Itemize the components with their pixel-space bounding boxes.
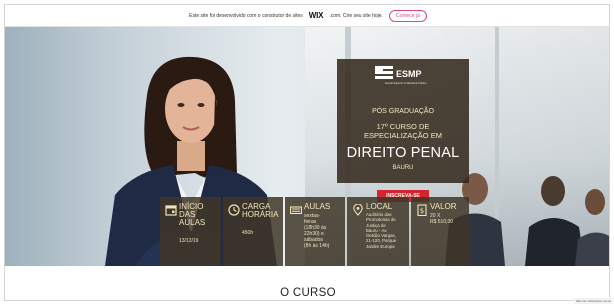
info-box-workload: CARGA HORÁRIA 450h bbox=[223, 197, 283, 266]
info-title: LOCAL bbox=[366, 202, 393, 211]
info-line: Jardim Europa bbox=[366, 243, 395, 249]
wix-banner-message: Este site foi desenvolvido com o constru… bbox=[189, 12, 303, 19]
wix-banner-suffix: .com. Crie seu site hoje. bbox=[329, 12, 383, 19]
info-box-location: LOCAL Auditório das Promotorias de Justi… bbox=[347, 197, 409, 266]
info-schedule: sextas- feiras (18h30 às 22h30) e sábado… bbox=[304, 213, 329, 249]
info-line: 21-120, Parque bbox=[366, 238, 397, 244]
info-box-price: $ VALOR 20 X R$ 510,00 bbox=[411, 197, 469, 266]
info-line: R$ 510,00 bbox=[430, 219, 454, 225]
info-title-line: AULAS bbox=[179, 218, 206, 227]
map-pin-icon bbox=[353, 204, 363, 216]
info-title: INÍCIO DAS AULAS bbox=[179, 203, 205, 227]
info-price: 20 X R$ 510,00 bbox=[430, 213, 453, 225]
city-label: BAURU bbox=[392, 165, 414, 171]
flag-icon bbox=[375, 66, 393, 79]
svg-text:$: $ bbox=[420, 207, 424, 215]
info-title-line: HORÁRIA bbox=[242, 210, 279, 219]
keyboard-icon bbox=[290, 206, 302, 215]
info-title: VALOR bbox=[430, 202, 457, 211]
calendar-icon bbox=[165, 205, 177, 216]
clock-icon bbox=[228, 204, 240, 216]
wix-logo[interactable]: WIX bbox=[309, 11, 324, 20]
section-title: O CURSO bbox=[280, 287, 336, 299]
esmp-logo-subtitle: Escola Superior do Ministério Público bbox=[385, 82, 427, 85]
esmp-logo-text: ESMP bbox=[396, 69, 422, 79]
course-panel: ESMP Escola Superior do Ministério Públi… bbox=[337, 59, 469, 183]
wix-banner: Este site foi desenvolvido com o constru… bbox=[5, 5, 609, 27]
course-section: O CURSO bbox=[5, 266, 609, 300]
esmp-logo: ESMP Escola Superior do Ministério Públi… bbox=[373, 65, 437, 87]
info-box-start-date: INÍCIO DAS AULAS 13/12/19 bbox=[160, 197, 221, 266]
info-value: 450h bbox=[242, 230, 254, 236]
info-title: CARGA HORÁRIA bbox=[242, 203, 278, 219]
start-now-button[interactable]: Comece já bbox=[388, 9, 427, 22]
info-value: 13/12/19 bbox=[179, 238, 199, 244]
pos-graduacao-label: PÓS GRADUAÇÃO bbox=[372, 108, 434, 115]
info-box-classes: AULAS sextas- feiras (18h30 às 22h30) e … bbox=[285, 197, 345, 266]
notification-note: Não há notificações novas bbox=[573, 298, 613, 304]
info-address: Auditório das Promotorias de Justiça de … bbox=[366, 212, 396, 249]
page-frame: Este site foi desenvolvido com o constru… bbox=[4, 4, 610, 301]
info-line: (8h às 14h) bbox=[304, 243, 330, 249]
info-line: Promotorias de bbox=[366, 217, 396, 223]
course-name: DIREITO PENAL bbox=[346, 145, 460, 161]
info-title: AULAS bbox=[304, 202, 331, 211]
course-heading: 17º CURSO DE ESPECIALIZAÇÃO EM bbox=[337, 122, 469, 140]
course-heading-line1: 17º CURSO DE bbox=[376, 122, 430, 131]
course-heading-line2: ESPECIALIZAÇÃO EM bbox=[364, 131, 442, 140]
money-icon: $ bbox=[417, 204, 427, 216]
